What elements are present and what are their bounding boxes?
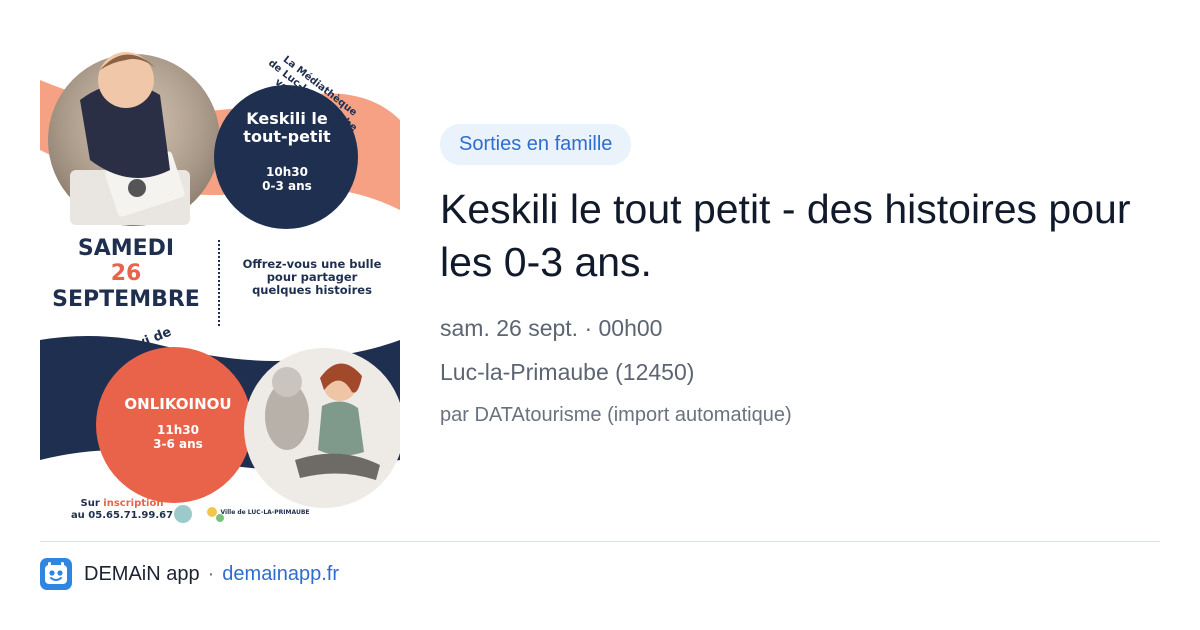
link-preview-card[interactable]: La Médiathèque de Luc-la-Primaube vous p… bbox=[0, 0, 1200, 630]
category-tag[interactable]: Sorties en famille bbox=[440, 124, 632, 165]
poster-date-number: 26 bbox=[110, 261, 142, 287]
event-location: Luc-la-Primaube (12450) bbox=[440, 359, 695, 385]
poster-event2-title: ONLIKOINOU bbox=[124, 395, 232, 413]
poster-event1-title-line: Keskili le bbox=[246, 109, 328, 128]
poster-offer: Offrez-vous une bulle pour partager quel… bbox=[226, 257, 398, 298]
footer: DEMAiN app · demainapp.fr bbox=[40, 558, 339, 590]
poster-day: SAMEDI bbox=[77, 236, 175, 261]
poster-date: SAMEDI 26 SEPTEMBRE bbox=[46, 236, 206, 312]
poster-event1-title: Keskili le tout-petit bbox=[222, 109, 352, 147]
poster-signup-word: inscription bbox=[103, 498, 164, 509]
event-source: par DATAtourisme (import automatique) bbox=[440, 404, 792, 426]
poster-event1-age: 0-3 ans bbox=[262, 178, 312, 193]
poster-event1-time: 10h30 bbox=[266, 165, 308, 179]
poster-signup: Sur inscription au 05.65.71.99.67 bbox=[52, 498, 192, 521]
poster-signup-prefix: Sur bbox=[80, 498, 100, 509]
app-domain-link[interactable]: demainapp.fr bbox=[222, 563, 339, 586]
app-name: DEMAiN app bbox=[84, 562, 200, 585]
footer-separator: · bbox=[207, 562, 215, 585]
demain-app-icon bbox=[40, 558, 72, 590]
poster-event2-time: 11h30 bbox=[157, 423, 199, 437]
poster-signup-phone: au 05.65.71.99.67 bbox=[70, 509, 174, 521]
poster-month: SEPTEMBRE bbox=[52, 286, 200, 312]
poster-offer-line: quelques histoires bbox=[252, 283, 372, 298]
event-date-time: sam. 26 sept. · 00h00 bbox=[440, 315, 663, 341]
poster-ville-logo: Ville de LUC-LA-PRIMAUBE bbox=[220, 509, 310, 516]
poster-event2-info: 11h30 3-6 ans bbox=[98, 423, 258, 452]
poster-event2-age: 3-6 ans bbox=[153, 436, 203, 451]
event-title[interactable]: Keskili le tout petit - des histoires po… bbox=[440, 183, 1160, 289]
event-poster-image[interactable]: La Médiathèque de Luc-la-Primaube vous p… bbox=[40, 40, 400, 525]
footer-divider bbox=[40, 541, 1160, 542]
poster-event1-title-line: tout-petit bbox=[243, 127, 331, 147]
poster-divider bbox=[218, 240, 220, 326]
poster-event1-info: 10h30 0-3 ans bbox=[222, 165, 352, 194]
